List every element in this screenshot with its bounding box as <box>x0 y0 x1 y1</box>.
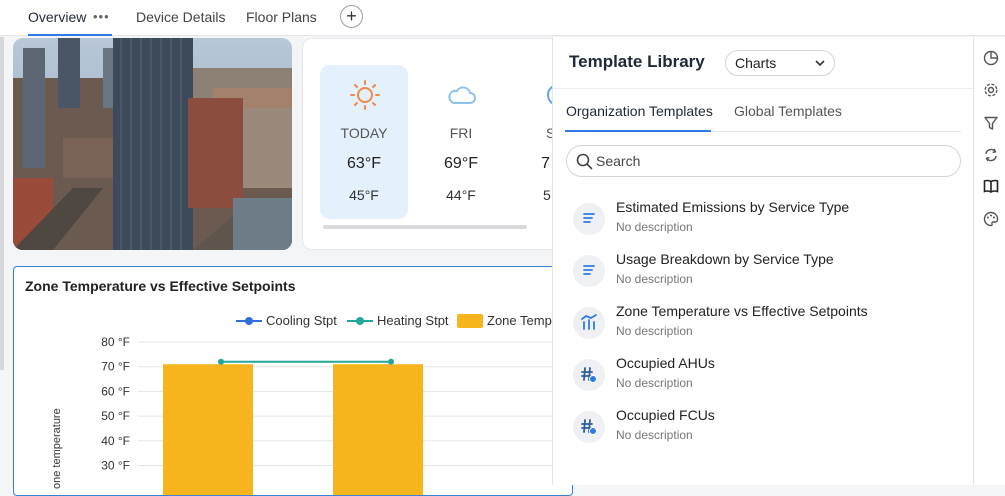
sun-icon <box>350 80 380 110</box>
legend-marker <box>356 317 364 325</box>
tab-label: Organization Templates <box>566 103 713 119</box>
template-name: Usage Breakdown by Service Type <box>616 251 834 267</box>
template-name: Occupied AHUs <box>616 355 715 371</box>
active-tab-indicator <box>565 130 711 132</box>
legend-label: Cooling Stpt <box>266 313 337 328</box>
filter-icon[interactable] <box>983 115 999 131</box>
search-input[interactable] <box>596 151 946 171</box>
tab-label: Global Templates <box>734 103 842 119</box>
y-tick-label: 40 °F <box>101 434 130 448</box>
panel-title: Template Library <box>569 52 705 71</box>
template-item[interactable]: Occupied FCUs No description <box>573 405 963 451</box>
weather-scrollbar[interactable] <box>323 225 527 229</box>
y-tick-label: 70 °F <box>101 360 130 374</box>
pie-chart-icon[interactable] <box>983 50 999 66</box>
template-name: Estimated Emissions by Service Type <box>616 199 850 215</box>
chevron-down-icon <box>815 60 825 67</box>
category-select[interactable]: Charts <box>725 50 835 76</box>
tab-label: Floor Plans <box>246 9 317 25</box>
plus-icon[interactable]: + <box>340 5 363 28</box>
day-high: 63°F <box>347 155 381 172</box>
select-value: Charts <box>735 55 777 71</box>
chart-card: Zone Temperature vs Effective Setpoints … <box>13 266 573 496</box>
weather-day-today[interactable]: TODAY 63°F 45°F <box>320 65 408 219</box>
weather-card: TODAY 63°F 45°F FRI 69°F 44°F S 7 5 <box>302 38 562 250</box>
tab-label: Device Details <box>136 9 226 25</box>
cloud-icon <box>448 86 476 104</box>
template-description: No description <box>616 428 693 442</box>
y-tick-label: 80 °F <box>101 335 130 349</box>
legend-marker <box>245 317 253 325</box>
search-icon <box>576 153 593 170</box>
tab-device-details[interactable]: Device Details <box>136 0 225 36</box>
template-item[interactable]: Estimated Emissions by Service Type No d… <box>573 197 963 243</box>
series-point <box>218 358 224 365</box>
day-low: 45°F <box>349 187 379 203</box>
refresh-icon[interactable] <box>983 147 999 163</box>
tab-global-templates[interactable]: Global Templates <box>734 103 842 119</box>
tab-organization-templates[interactable]: Organization Templates <box>566 103 713 119</box>
template-description: No description <box>616 272 693 286</box>
template-name: Zone Temperature vs Effective Setpoints <box>616 303 868 319</box>
weather-day-fri[interactable]: FRI 69°F 44°F <box>417 65 505 219</box>
series-point <box>388 358 394 365</box>
divider <box>711 131 961 132</box>
day-high: 69°F <box>444 155 478 172</box>
chart-icon <box>573 307 605 339</box>
template-library-panel: Template Library Charts Organization Tem… <box>552 37 974 485</box>
chart-svg: Cooling Stpt Heating Stpt Zone Temp 80 °F 7… <box>51 313 572 495</box>
palette-icon[interactable] <box>983 211 999 227</box>
bar <box>163 364 253 495</box>
legend-label: Zone Temp <box>487 313 552 328</box>
day-low: 44°F <box>446 187 476 203</box>
search-box[interactable] <box>566 145 961 177</box>
tab-label: Overview <box>28 9 87 25</box>
template-description: No description <box>616 324 693 338</box>
divider <box>553 88 974 89</box>
template-item[interactable]: Usage Breakdown by Service Type No descr… <box>573 249 963 295</box>
book-icon[interactable] <box>983 178 999 194</box>
hash-icon <box>573 411 605 443</box>
y-axis-label: one temperature <box>51 408 63 489</box>
icon-rail <box>973 37 1005 485</box>
template-name: Occupied FCUs <box>616 407 715 423</box>
y-tick-label: 50 °F <box>101 409 130 423</box>
gear-icon[interactable] <box>983 82 999 98</box>
hash-icon <box>573 359 605 391</box>
y-tick-label: 60 °F <box>101 384 130 398</box>
legend-swatch <box>457 314 483 328</box>
tab-floor-plans[interactable]: Floor Plans <box>246 0 317 36</box>
day-name: TODAY <box>340 125 388 141</box>
text-lines-icon <box>573 203 605 235</box>
y-tick-label: 30 °F <box>101 459 130 473</box>
template-item[interactable]: Zone Temperature vs Effective Setpoints … <box>573 301 963 347</box>
tab-bar: Overview ••• Device Details Floor Plans … <box>0 0 1005 36</box>
template-description: No description <box>616 376 693 390</box>
template-item[interactable]: Occupied AHUs No description <box>573 353 963 399</box>
legend-label: Heating Stpt <box>377 313 449 328</box>
template-description: No description <box>616 220 693 234</box>
building-photo <box>13 38 292 250</box>
scrollbar[interactable] <box>0 37 4 370</box>
day-name: FRI <box>449 125 473 141</box>
ellipsis-icon[interactable]: ••• <box>93 9 110 24</box>
text-lines-icon <box>573 255 605 287</box>
bar <box>333 364 423 495</box>
